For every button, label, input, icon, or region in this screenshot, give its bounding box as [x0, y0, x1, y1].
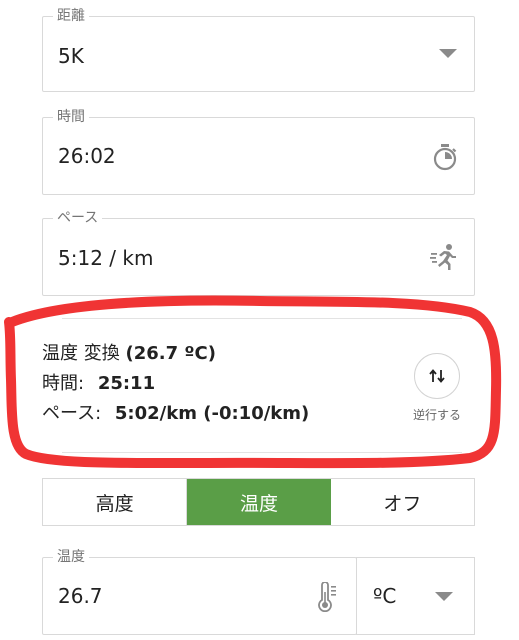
chevron-down-icon[interactable]: [434, 590, 454, 602]
mode-segmented-control: 高度 温度 オフ: [42, 478, 475, 526]
unit-select[interactable]: ºC: [356, 557, 475, 635]
unit-value: ºC: [373, 584, 397, 608]
tab-off[interactable]: オフ: [330, 479, 474, 525]
temperature-field[interactable]: 温度 26.7: [42, 548, 357, 635]
tab-altitude[interactable]: 高度: [43, 479, 188, 525]
tab-temperature[interactable]: 温度: [187, 479, 331, 525]
red-annotation-outline: [4, 295, 502, 469]
thermometer-icon: [316, 582, 338, 612]
temperature-label: 温度: [53, 548, 89, 566]
temperature-value: 26.7: [58, 584, 103, 608]
